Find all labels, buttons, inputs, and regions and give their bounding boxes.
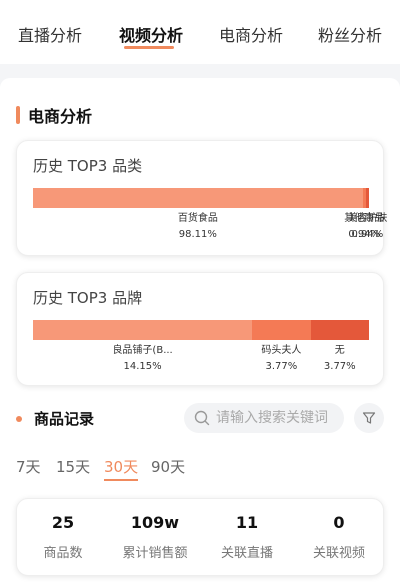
tab-ecommerce-analysis[interactable]: 电商分析 [219, 22, 283, 46]
section-accent-bar [16, 106, 20, 124]
stat-value: 11 [235, 513, 259, 532]
brand-segment [310, 320, 369, 340]
brand-segment-percent: 14.15% [123, 361, 162, 372]
category-card-title: 历史 TOP3 品类 [33, 157, 143, 175]
records-title: 商品记录 [34, 410, 95, 428]
period-90d[interactable]: 90天 [151, 456, 185, 477]
search-icon [194, 410, 210, 426]
stat-value: 0 [333, 513, 345, 532]
category-segment-percent: 98.11% [178, 229, 217, 240]
period-30d[interactable]: 30天 [104, 456, 139, 481]
brand-segment-name: 良品铺子(B... [112, 345, 173, 356]
records-dot [16, 415, 22, 422]
brand-segment-label: 无 3.77% [290, 343, 390, 375]
brand-segment [252, 320, 311, 340]
active-tab-indicator [124, 46, 174, 49]
stat-label: 商品数 [43, 546, 83, 561]
category-segment-label: 百货食品 98.11% [148, 211, 248, 243]
brand-segment-name: 无 [334, 345, 345, 356]
search-box[interactable] [184, 403, 344, 433]
stat-value: 25 [51, 513, 75, 532]
tab-live-analysis[interactable]: 直播分析 [18, 22, 82, 46]
brand-segment-percent: 3.77% [323, 361, 356, 372]
stat-total-sales: 109w 累计销售额 [115, 513, 195, 561]
stat-label: 累计销售额 [122, 546, 188, 561]
stat-label: 关联直播 [220, 546, 273, 561]
stat-related-live: 11 关联直播 [207, 513, 287, 561]
records-header: 商品记录 [16, 408, 94, 429]
brand-segment [33, 320, 253, 340]
category-segment-percent: 0.94% [351, 229, 384, 240]
search-input[interactable] [216, 410, 342, 426]
top-tab-bar: 直播分析 视频分析 电商分析 粉丝分析 [0, 0, 400, 64]
category-segment [365, 188, 369, 208]
top3-category-card: 历史 TOP3 品类 百货食品 98.11% 其他商品 0.94% 美容护肤 0.94% [16, 140, 387, 256]
category-segment-name: 百货食品 [177, 213, 218, 224]
category-segment [33, 188, 363, 208]
stat-label: 关联视频 [312, 546, 365, 561]
period-7d[interactable]: 7天 [16, 456, 41, 477]
stat-related-video: 0 关联视频 [299, 513, 379, 561]
section-title: 电商分析 [28, 107, 93, 126]
section-header: 电商分析 [16, 104, 92, 126]
stat-value: 109w [130, 513, 180, 532]
stats-card: 25 商品数 109w 累计销售额 11 关联直播 0 关联视频 [16, 498, 384, 576]
tab-fans-analysis[interactable]: 粉丝分析 [318, 22, 382, 46]
top3-brand-card: 历史 TOP3 品牌 良品铺子(B... 14.15% 码头夫人 3.77% 无 3.77… [16, 272, 384, 386]
period-15d[interactable]: 15天 [56, 456, 90, 477]
filter-icon [362, 412, 376, 424]
brand-stacked-bar [33, 320, 369, 340]
stat-product-count: 25 商品数 [23, 513, 103, 561]
brand-card-title: 历史 TOP3 品牌 [33, 289, 143, 307]
brand-segment-label: 良品铺子(B... 14.15% [93, 343, 193, 375]
category-segment-label: 美容护肤 0.94% [317, 211, 400, 243]
tab-video-analysis[interactable]: 视频分析 [119, 22, 183, 46]
category-segment-name: 美容护肤 [347, 213, 388, 224]
filter-button[interactable] [354, 403, 384, 433]
category-stacked-bar [33, 188, 369, 208]
